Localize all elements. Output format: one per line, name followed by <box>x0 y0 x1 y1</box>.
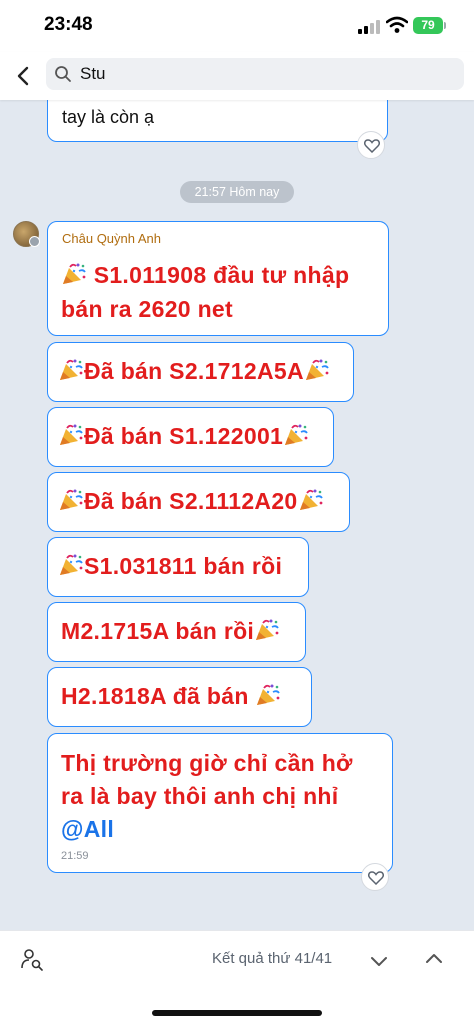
message-line: S1.011908 đầu tư nhập <box>61 262 349 289</box>
message-line: Đã bán S2.1712A5A <box>58 358 330 385</box>
message-line: ra là bay thôi anh chị nhỉ <box>61 783 339 809</box>
message-bubble[interactable]: Đã bán S2.1712A5A <box>47 342 354 402</box>
status-time: 23:48 <box>44 14 93 35</box>
chevron-down-icon[interactable] <box>369 951 389 971</box>
heart-icon <box>364 139 380 153</box>
message-text: tay là còn ạ <box>62 107 155 127</box>
message-bubble[interactable]: S1.031811 bán rồi <box>47 537 309 597</box>
message-line: M2.1715A bán rồi <box>61 618 280 645</box>
heart-icon <box>368 871 384 885</box>
message-bubble-previous[interactable]: tay là còn ạ <box>47 100 388 142</box>
avatar-badge <box>29 236 40 247</box>
chevron-up-icon[interactable] <box>424 949 444 969</box>
party-popper-icon <box>58 553 84 577</box>
message-text: Đã bán S2.1112A20 <box>84 488 298 514</box>
party-popper-icon <box>283 423 309 447</box>
sender-name: Châu Quỳnh Anh <box>62 231 162 246</box>
battery-icon: 79 <box>413 17 443 34</box>
message-text: S1.011908 đầu tư nhập <box>93 262 350 288</box>
message-bubble[interactable]: Châu Quỳnh Anh S1.011908 đầu tư nhập bán… <box>47 221 389 336</box>
message-bubble[interactable]: M2.1715A bán rồi <box>47 602 306 662</box>
message-text: M2.1715A bán rồi <box>61 618 255 644</box>
message-bubble[interactable]: Đã bán S1.122001 <box>47 407 334 467</box>
react-heart-button[interactable] <box>361 863 389 891</box>
search-results-bar: Kết quả thứ 41/41 <box>0 930 474 1024</box>
search-header: Stu <box>0 52 474 100</box>
chat-area: tay là còn ạ 21:57 Hôm nay Châu Quỳnh An… <box>0 100 474 930</box>
status-bar: 23:48 79 <box>0 0 474 52</box>
message-text: H2.1818A đã bán <box>61 683 249 709</box>
message-line: S1.031811 bán rồi <box>58 553 282 580</box>
search-icon <box>55 66 71 82</box>
time-divider: 21:57 Hôm nay <box>180 181 294 203</box>
mention-all-link[interactable]: @All <box>61 816 114 843</box>
party-popper-icon <box>58 358 84 382</box>
search-input[interactable]: Stu <box>46 58 464 90</box>
wifi-icon <box>386 16 408 33</box>
party-popper-icon <box>61 262 87 286</box>
message-line: Thị trường giờ chỉ cần hở <box>61 750 353 776</box>
party-popper-icon <box>58 423 84 447</box>
party-popper-icon <box>254 618 280 642</box>
message-time: 21:59 <box>61 850 89 862</box>
cellular-signal-icon <box>358 20 380 34</box>
home-indicator <box>152 1010 322 1016</box>
person-search-icon[interactable] <box>20 947 44 971</box>
message-bubble[interactable]: H2.1818A đã bán <box>47 667 312 727</box>
back-icon[interactable] <box>12 64 36 88</box>
search-query: Stu <box>80 64 106 83</box>
party-popper-icon <box>298 488 324 512</box>
result-counter: Kết quả thứ 41/41 <box>212 950 333 967</box>
message-text: Đã bán S1.122001 <box>84 423 284 449</box>
react-heart-button[interactable] <box>357 131 385 159</box>
message-line: Đã bán S1.122001 <box>58 423 309 450</box>
message-line: bán ra 2620 net <box>61 296 233 322</box>
party-popper-icon <box>58 488 84 512</box>
message-line: H2.1818A đã bán <box>61 683 281 710</box>
message-text: Đã bán S2.1712A5A <box>84 358 304 384</box>
party-popper-icon <box>255 683 281 707</box>
message-line: Đã bán S2.1112A20 <box>58 488 324 515</box>
battery-tip <box>444 22 446 29</box>
message-bubble[interactable]: Thị trường giờ chỉ cần hở ra là bay thôi… <box>47 733 393 873</box>
message-text: S1.031811 bán rồi <box>84 553 283 579</box>
party-popper-icon <box>304 358 330 382</box>
message-bubble[interactable]: Đã bán S2.1112A20 <box>47 472 350 532</box>
